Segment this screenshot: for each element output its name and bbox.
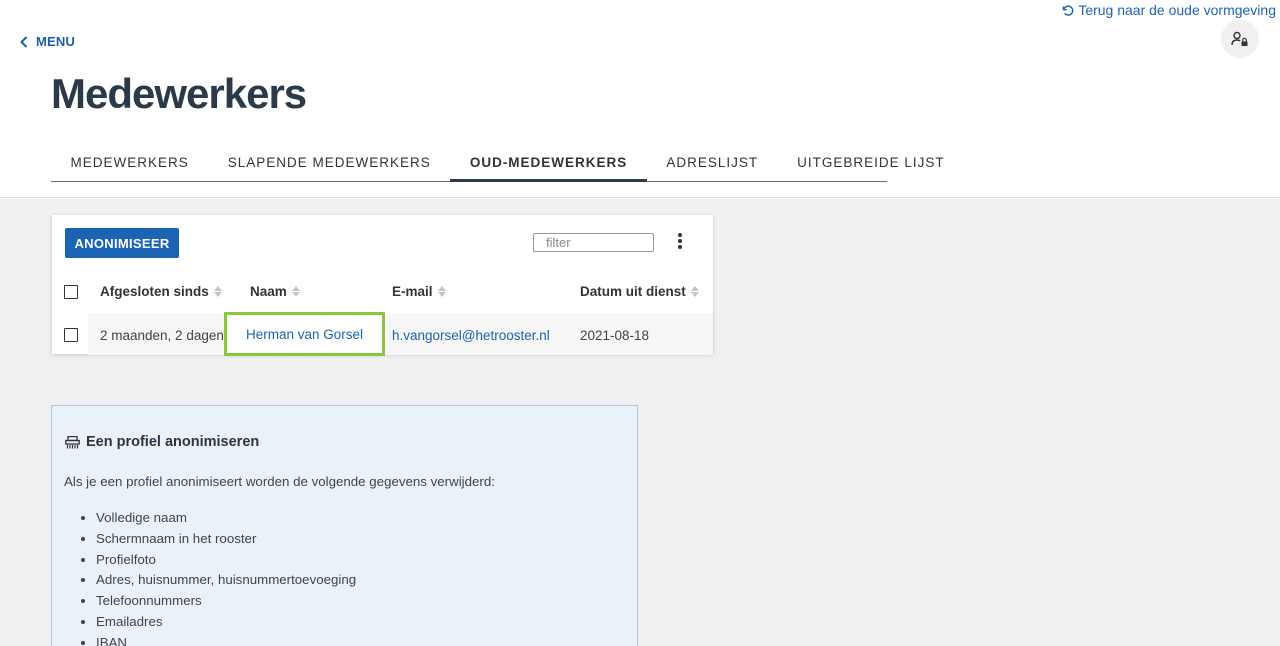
column-header-label: Naam [250, 284, 287, 299]
employee-email-link[interactable]: h.vangorsel@hetrooster.nl [392, 328, 550, 343]
user-lock-icon [1231, 31, 1248, 46]
column-header-label: Datum uit dienst [580, 284, 686, 299]
chevron-left-icon [20, 35, 28, 48]
undo-icon [1063, 5, 1074, 16]
sort-icon [690, 286, 699, 297]
tab-uitgebreide-lijst[interactable]: UITGEBREIDE LIJST [778, 143, 965, 182]
end-date-cell: 2021-08-18 [580, 328, 650, 343]
page-title: Medewerkers [51, 70, 307, 117]
anonymize-info-panel: Een profiel anonimiseren Als je een prof… [51, 405, 638, 646]
column-header-label: Afgesloten sinds [100, 284, 209, 299]
tab-adreslijst[interactable]: ADRESLIJST [647, 143, 778, 182]
info-title: Een profiel anonimiseren [65, 434, 259, 450]
tab-bar: MEDEWERKERS SLAPENDE MEDEWERKERS OUD-MED… [51, 143, 944, 182]
column-header-end-date[interactable]: Datum uit dienst [580, 284, 699, 299]
column-header-closed-since[interactable]: Afgesloten sinds [100, 284, 222, 299]
info-title-text: Een profiel anonimiseren [86, 434, 260, 450]
list-item: Adres, huisnummer, huisnummertoevoeging [96, 570, 356, 591]
more-options-icon[interactable] [672, 229, 688, 253]
tab-oud-medewerkers[interactable]: OUD-MEDEWERKERS [450, 143, 647, 182]
list-item: Profielfoto [96, 550, 356, 571]
shredder-icon [65, 435, 80, 448]
former-employees-table-card: ANONIMISEER Afgesloten sinds Naam E-mail… [52, 215, 713, 356]
tab-medewerkers[interactable]: MEDEWERKERS [51, 143, 208, 182]
sort-icon [437, 286, 446, 297]
menu-label: MENU [36, 34, 76, 49]
old-design-link-label: Terug naar de oude vormgeving [1078, 2, 1276, 18]
column-header-label: E-mail [392, 284, 433, 299]
filter-input[interactable] [533, 233, 654, 252]
list-item: Emailadres [96, 612, 356, 633]
employee-name-link[interactable]: Herman van Gorsel [224, 312, 385, 356]
page-header: Terug naar de oude vormgeving MENU Medew… [0, 0, 1280, 198]
list-item: Schermnaam in het rooster [96, 529, 356, 550]
old-design-link[interactable]: Terug naar de oude vormgeving [1061, 2, 1276, 18]
info-description: Als je een profiel anonimiseert worden d… [64, 474, 495, 489]
row-checkbox[interactable] [64, 328, 78, 342]
closed-since-cell: 2 maanden, 2 dagen [100, 328, 224, 343]
content-area: ANONIMISEER Afgesloten sinds Naam E-mail… [0, 199, 1280, 646]
column-header-name[interactable]: Naam [250, 284, 300, 299]
column-header-email[interactable]: E-mail [392, 284, 446, 299]
list-item: Telefoonnummers [96, 591, 356, 612]
list-item: IBAN [96, 633, 356, 646]
select-all-checkbox[interactable] [64, 285, 78, 299]
anonymize-button[interactable]: ANONIMISEER [65, 228, 179, 258]
list-item: Volledige naam [96, 508, 356, 529]
tab-slapende-medewerkers[interactable]: SLAPENDE MEDEWERKERS [208, 143, 450, 182]
removed-data-list: Volledige naam Schermnaam in het rooster… [96, 508, 356, 646]
menu-back-link[interactable]: MENU [20, 34, 75, 49]
sort-icon [213, 286, 222, 297]
sort-icon [291, 286, 300, 297]
user-account-button[interactable] [1221, 20, 1259, 58]
